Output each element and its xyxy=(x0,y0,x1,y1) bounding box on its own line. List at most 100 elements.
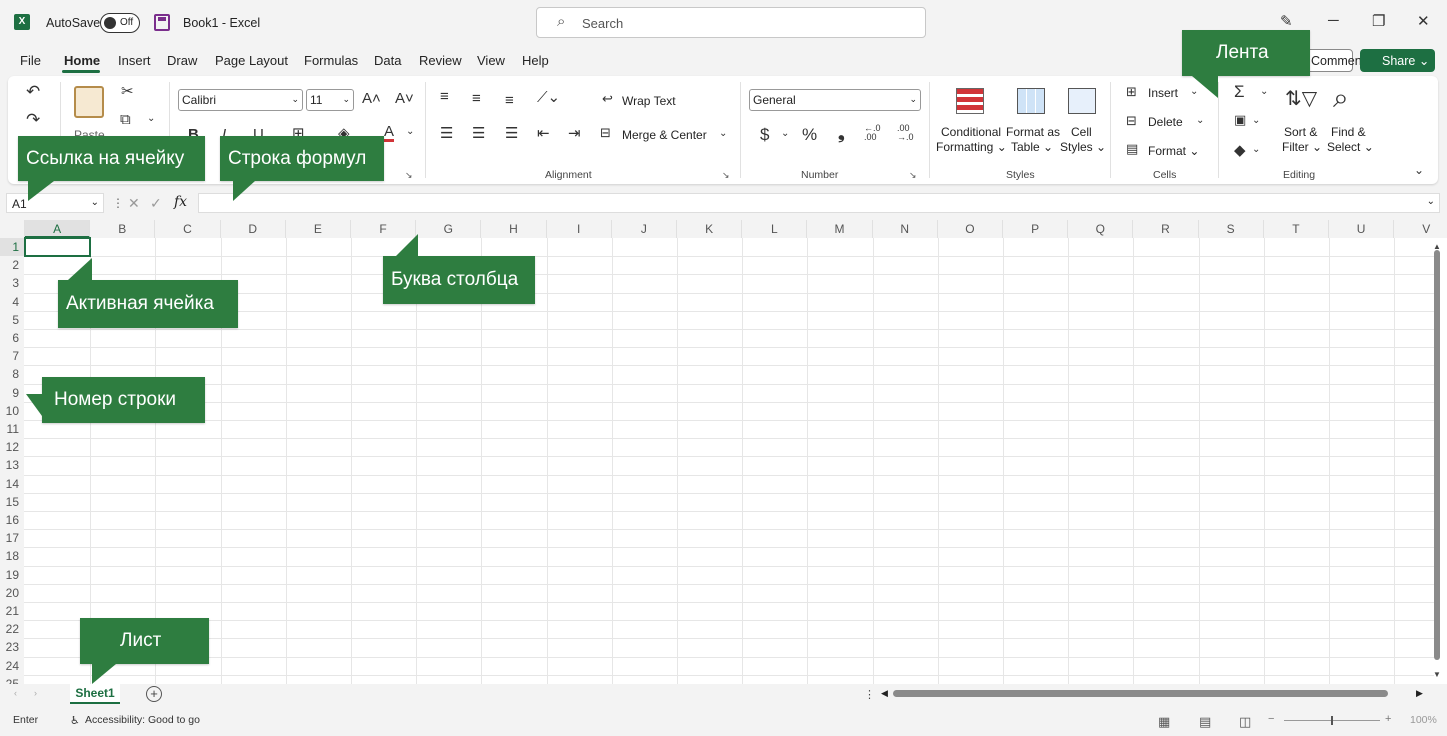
delete-cells-button[interactable]: Delete xyxy=(1148,115,1183,129)
insert-cells-icon[interactable]: ⊞ xyxy=(1126,84,1137,100)
accessibility-status[interactable]: Accessibility: Good to go xyxy=(85,714,200,726)
column-header-i[interactable]: I xyxy=(546,220,612,238)
chevron-down-icon[interactable]: ⌄ xyxy=(781,128,789,139)
row-header-15[interactable]: 15 xyxy=(0,492,24,511)
chevron-down-icon[interactable]: ⌄ xyxy=(406,126,414,137)
column-header-h[interactable]: H xyxy=(481,220,547,238)
normal-view-icon[interactable]: ▦ xyxy=(1158,714,1170,730)
active-cell-a1[interactable] xyxy=(24,237,91,257)
autosum-icon[interactable]: Σ xyxy=(1234,82,1245,102)
format-as-table-label[interactable]: Format as xyxy=(1006,125,1060,139)
conditional-formatting-icon[interactable] xyxy=(956,88,984,114)
tab-insert[interactable]: Insert xyxy=(118,53,151,68)
conditional-formatting-label[interactable]: Conditional xyxy=(941,125,1001,139)
row-header-10[interactable]: 10 xyxy=(0,401,24,420)
column-header-n[interactable]: N xyxy=(872,220,938,238)
decrease-font-icon[interactable]: A˅ xyxy=(395,90,414,107)
autosave-toggle[interactable]: Off xyxy=(100,13,140,33)
merge-center-button[interactable]: Merge & Center xyxy=(622,128,707,142)
restore-button[interactable]: ❐ xyxy=(1372,12,1385,30)
row-header-14[interactable]: 14 xyxy=(0,474,24,493)
decrease-indent-icon[interactable]: ⇤ xyxy=(537,124,550,142)
close-button[interactable]: ✕ xyxy=(1417,12,1430,30)
font-size-select[interactable]: 11 ⌄ xyxy=(306,89,354,111)
format-as-table-label-2[interactable]: Table ⌄ xyxy=(1011,140,1053,154)
row-header-5[interactable]: 5 xyxy=(0,310,24,329)
prev-sheet-icon[interactable]: ‹ xyxy=(14,688,17,698)
row-header-13[interactable]: 13 xyxy=(0,456,24,475)
sort-filter-label[interactable]: Sort & xyxy=(1284,125,1317,139)
column-header-e[interactable]: E xyxy=(285,220,351,238)
row-header-4[interactable]: 4 xyxy=(0,292,24,311)
undo-icon[interactable]: ↶ xyxy=(26,82,40,102)
delete-cells-icon[interactable]: ⊟ xyxy=(1126,113,1137,129)
sheet-tab-sheet1[interactable]: Sheet1 xyxy=(70,684,120,704)
column-header-d[interactable]: D xyxy=(220,220,286,238)
format-cells-icon[interactable]: ▤ xyxy=(1126,141,1138,157)
number-launcher-icon[interactable]: ↘ xyxy=(909,170,917,181)
decrease-decimal-icon[interactable]: .00 →.0 xyxy=(897,124,914,142)
increase-font-icon[interactable]: A˄ xyxy=(362,90,381,107)
align-middle-icon[interactable]: ≡ xyxy=(472,90,481,107)
formula-input[interactable]: ⌄ xyxy=(198,193,1440,213)
chevron-down-icon[interactable]: ⌄ xyxy=(1252,144,1260,155)
row-header-11[interactable]: 11 xyxy=(0,420,24,439)
row-header-2[interactable]: 2 xyxy=(0,256,24,275)
row-header-25[interactable]: 25 xyxy=(0,674,24,684)
tab-home[interactable]: Home xyxy=(64,53,100,68)
tab-review[interactable]: Review xyxy=(419,53,462,68)
row-header-1[interactable]: 1 xyxy=(0,238,24,257)
chevron-down-icon[interactable]: ⌄ xyxy=(1260,86,1268,97)
row-header-18[interactable]: 18 xyxy=(0,547,24,566)
alignment-launcher-icon[interactable]: ↘ xyxy=(722,170,730,181)
page-break-view-icon[interactable]: ◫ xyxy=(1239,714,1251,730)
row-header-8[interactable]: 8 xyxy=(0,365,24,384)
format-cells-button[interactable]: Format ⌄ xyxy=(1148,144,1199,158)
sort-filter-label-2[interactable]: Filter ⌄ xyxy=(1282,140,1322,154)
wrap-text-button[interactable]: Wrap Text xyxy=(622,94,676,108)
merge-icon[interactable]: ⊟ xyxy=(600,125,611,141)
scroll-down-icon[interactable]: ▼ xyxy=(1433,670,1441,679)
column-header-p[interactable]: P xyxy=(1003,220,1069,238)
row-header-23[interactable]: 23 xyxy=(0,638,24,657)
column-header-s[interactable]: S xyxy=(1198,220,1264,238)
vertical-scroll-thumb[interactable] xyxy=(1434,250,1440,660)
wrap-text-icon[interactable]: ↩ xyxy=(602,91,613,107)
cell-styles-label[interactable]: Cell xyxy=(1071,125,1092,139)
enter-icon[interactable]: ✓ xyxy=(150,195,162,212)
conditional-formatting-label-2[interactable]: Formatting ⌄ xyxy=(936,140,1007,154)
pen-icon[interactable]: ✎ xyxy=(1280,12,1293,30)
orientation-icon[interactable]: ⟋⌄ xyxy=(537,88,560,106)
column-header-m[interactable]: M xyxy=(807,220,873,238)
row-header-22[interactable]: 22 xyxy=(0,620,24,639)
chevron-down-icon[interactable]: ⌄ xyxy=(719,128,727,139)
copy-icon[interactable]: ⧉ xyxy=(120,111,131,128)
tab-help[interactable]: Help xyxy=(522,53,549,68)
column-header-a[interactable]: A xyxy=(25,220,91,238)
find-select-label[interactable]: Find & xyxy=(1331,125,1366,139)
add-sheet-icon[interactable]: + xyxy=(146,686,162,702)
zoom-out-icon[interactable]: − xyxy=(1268,713,1274,725)
percent-icon[interactable]: % xyxy=(802,125,817,145)
column-header-r[interactable]: R xyxy=(1133,220,1199,238)
cell-styles-label-2[interactable]: Styles ⌄ xyxy=(1060,140,1106,154)
redo-icon[interactable]: ↷ xyxy=(26,110,40,130)
chevron-down-icon[interactable]: ⌄ xyxy=(1252,115,1260,126)
save-icon[interactable] xyxy=(154,14,170,31)
align-left-icon[interactable]: ☰ xyxy=(440,124,453,142)
column-header-q[interactable]: Q xyxy=(1068,220,1134,238)
tab-draw[interactable]: Draw xyxy=(167,53,197,68)
font-name-select[interactable]: Calibri ⌄ xyxy=(178,89,303,111)
cell-styles-icon[interactable] xyxy=(1068,88,1096,114)
column-header-l[interactable]: L xyxy=(742,220,808,238)
tab-page-layout[interactable]: Page Layout xyxy=(215,53,288,68)
column-header-u[interactable]: U xyxy=(1329,220,1395,238)
cancel-icon[interactable]: ✕ xyxy=(128,195,140,212)
collapse-ribbon-icon[interactable]: ⌄ xyxy=(1414,163,1424,177)
increase-indent-icon[interactable]: ⇥ xyxy=(568,124,581,142)
column-header-o[interactable]: O xyxy=(937,220,1003,238)
column-header-k[interactable]: K xyxy=(677,220,743,238)
expand-formula-icon[interactable]: ⌄ xyxy=(1427,196,1435,207)
tab-file[interactable]: File xyxy=(20,53,41,68)
insert-cells-button[interactable]: Insert xyxy=(1148,86,1178,100)
